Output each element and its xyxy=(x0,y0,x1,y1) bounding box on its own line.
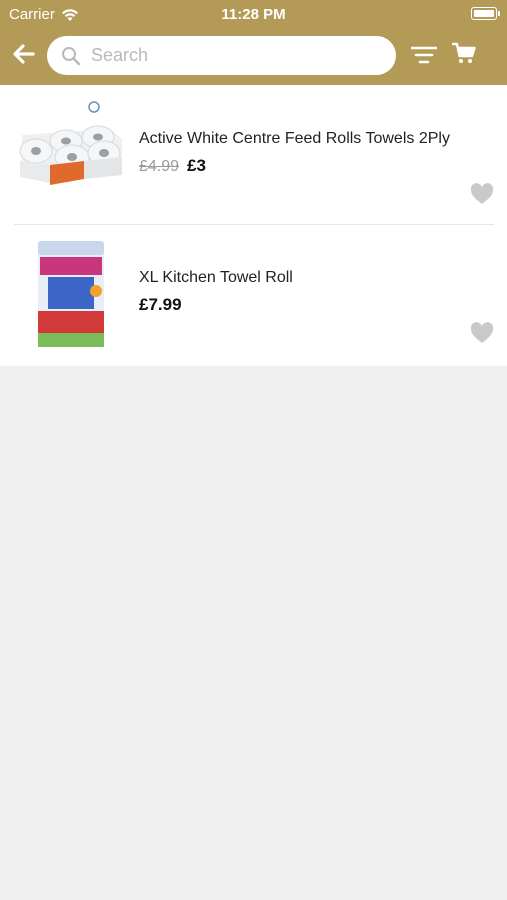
status-bar: Carrier 11:28 PM xyxy=(0,0,507,28)
search-bar[interactable] xyxy=(47,36,396,75)
product-title[interactable]: XL Kitchen Towel Roll xyxy=(139,269,293,287)
heart-icon[interactable] xyxy=(470,183,494,205)
cart-icon[interactable] xyxy=(452,41,476,65)
nav-bar xyxy=(0,34,507,76)
kitchen-towel-roll-image xyxy=(14,239,126,349)
original-price: £4.99 xyxy=(139,158,180,175)
product-item[interactable]: XL Kitchen Towel Roll £7.99 xyxy=(14,225,494,365)
product-title[interactable]: Active White Centre Feed Rolls Towels 2P… xyxy=(139,130,450,148)
battery-icon xyxy=(471,7,500,20)
app-header: Carrier 11:28 PM xyxy=(0,0,507,85)
paper-towel-rolls-pack-image xyxy=(14,99,126,209)
search-icon xyxy=(62,46,81,65)
clock: 11:28 PM xyxy=(221,6,286,23)
sale-price: £3 xyxy=(187,156,206,175)
back-arrow-icon[interactable] xyxy=(10,40,38,68)
search-input[interactable] xyxy=(91,45,361,66)
product-item[interactable]: Active White Centre Feed Rolls Towels 2P… xyxy=(14,85,494,225)
product-price: £7.99 xyxy=(139,295,182,314)
product-prices: £7.99 xyxy=(139,295,182,315)
product-prices: £4.99 £3 xyxy=(139,156,206,176)
product-list: Active White Centre Feed Rolls Towels 2P… xyxy=(0,85,507,366)
filter-icon[interactable] xyxy=(411,42,437,68)
heart-icon[interactable] xyxy=(470,322,494,344)
